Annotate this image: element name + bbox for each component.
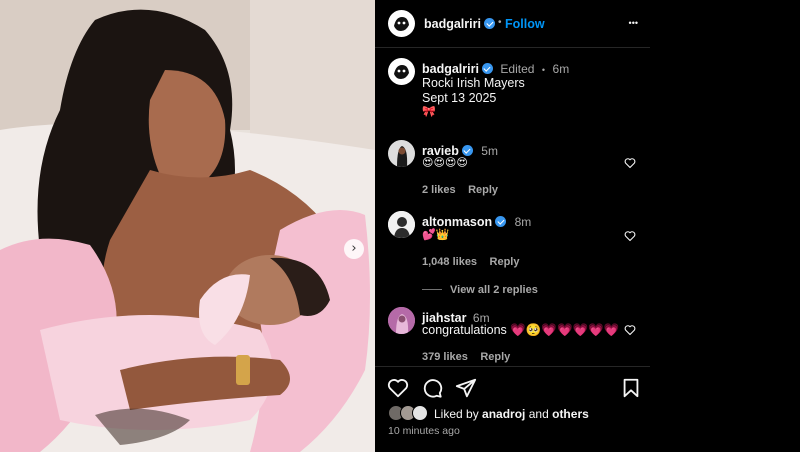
comment-likes[interactable]: 379 likes [422, 351, 468, 363]
comment-text: congratulations 💗🥺💗💗💗💗💗 [422, 323, 620, 337]
replies-divider [422, 289, 442, 290]
caption-avatar[interactable] [388, 58, 415, 85]
post-details-panel: badgalriri • Follow ••• badgalriri Edite… [375, 0, 650, 452]
view-replies[interactable]: View all 2 replies [422, 280, 538, 298]
commenter-avatar[interactable] [388, 140, 415, 167]
liked-by-avatars[interactable] [388, 405, 432, 421]
edited-label: Edited [500, 62, 535, 76]
comment-text: 😍😍😍😍 [422, 157, 468, 169]
comment-likes[interactable]: 1,048 likes [422, 256, 477, 268]
comment-item: ravieb 5m 😍😍😍😍 2 likes Reply [375, 140, 650, 196]
caption-line-3: 🎀 [422, 106, 436, 118]
comment-username[interactable]: altonmason [422, 215, 492, 229]
comment-time: 8m [514, 215, 532, 229]
view-replies-label[interactable]: View all 2 replies [450, 284, 538, 296]
carousel-next-button[interactable]: › [344, 239, 364, 259]
heart-icon[interactable] [624, 230, 636, 242]
verified-badge-icon [484, 18, 495, 29]
follow-button[interactable]: Follow [505, 17, 545, 31]
right-backdrop [650, 0, 800, 452]
commenter-avatar[interactable] [388, 211, 415, 238]
caption: badgalriri Edited • 6m Rocki Irish Mayer… [375, 58, 650, 128]
post-photo[interactable]: › [0, 0, 375, 452]
heart-icon[interactable] [624, 324, 636, 336]
heart-icon[interactable] [624, 157, 636, 169]
reply-button[interactable]: Reply [490, 256, 520, 268]
comment-likes[interactable]: 2 likes [422, 184, 456, 196]
actions-divider [375, 366, 650, 367]
caption-separator: • [541, 65, 546, 75]
verified-badge-icon [495, 216, 507, 227]
verified-badge-icon [481, 63, 493, 74]
commenter-avatar[interactable] [388, 307, 415, 334]
more-icon[interactable]: ••• [629, 18, 638, 28]
caption-line-2: Sept 13 2025 [422, 91, 497, 105]
comment-item: altonmason 8m 💕👑 1,048 likes Reply View … [375, 211, 650, 296]
reply-button[interactable]: Reply [480, 351, 510, 363]
liker-avatar [412, 405, 428, 421]
like-heart-icon[interactable] [387, 377, 409, 399]
caption-time: 6m [552, 62, 570, 76]
liked-by-text[interactable]: Liked by anadroj and others [434, 407, 589, 421]
liked-by-prefix: Liked by [434, 407, 479, 421]
liked-by-and: and [528, 407, 549, 421]
bookmark-icon[interactable] [620, 377, 642, 399]
post-header: badgalriri • Follow ••• [375, 0, 650, 48]
post-timestamp: 10 minutes ago [388, 425, 460, 437]
liked-by-others[interactable]: others [552, 407, 589, 421]
caption-line-1: Rocki Irish Mayers [422, 76, 525, 90]
header-separator: • [498, 17, 502, 28]
caption-username[interactable]: badgalriri [422, 62, 479, 76]
photo-illustration [0, 0, 375, 452]
author-username[interactable]: badgalriri [424, 17, 481, 31]
comment-icon[interactable] [421, 377, 443, 399]
verified-badge-icon [461, 145, 473, 156]
reply-button[interactable]: Reply [468, 184, 498, 196]
liked-by-user[interactable]: anadroj [482, 407, 525, 421]
comment-item: jiahstar 6m congratulations 💗🥺💗💗💗💗💗 379 … [375, 307, 650, 363]
comment-text: 💕👑 [422, 229, 450, 241]
author-avatar[interactable] [388, 10, 415, 37]
comment-time: 5m [481, 144, 498, 158]
share-icon[interactable] [455, 377, 477, 399]
